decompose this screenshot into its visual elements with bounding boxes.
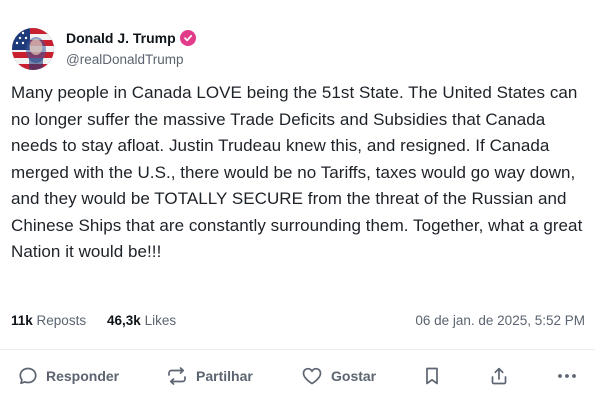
upload-button[interactable] — [489, 360, 509, 392]
reposts-label: Reposts — [36, 313, 87, 328]
author-handle[interactable]: @realDonaldTrump — [66, 52, 184, 67]
author-display-name[interactable]: Donald J. Trump — [66, 30, 176, 46]
reply-label: Responder — [46, 368, 120, 384]
post-header: Donald J. Trump @realDonaldTrump — [12, 28, 572, 72]
post-timestamp[interactable]: 06 de jan. de 2025, 5:52 PM — [415, 313, 585, 328]
likes-label: Likes — [144, 313, 177, 328]
avatar[interactable] — [12, 28, 54, 70]
more-dots-icon — [558, 374, 576, 378]
heart-icon — [302, 367, 322, 385]
likes-stat[interactable]: 46,3k Likes — [107, 313, 176, 328]
like-label: Gostar — [331, 368, 377, 384]
reply-button[interactable]: Responder — [18, 360, 119, 392]
likes-count: 46,3k — [107, 313, 141, 328]
repost-arrows-icon — [168, 367, 186, 385]
like-button[interactable]: Gostar — [301, 360, 376, 392]
speech-bubble-icon — [19, 367, 37, 385]
bookmark-icon — [426, 367, 438, 385]
post-card: Donald J. Trump @realDonaldTrump Many pe… — [0, 0, 595, 405]
flag-portrait-image — [12, 28, 54, 70]
more-options-button[interactable] — [556, 360, 578, 392]
action-bar: Responder Partilhar Gostar — [0, 360, 595, 392]
upload-icon — [491, 367, 507, 385]
bookmark-button[interactable] — [423, 360, 441, 392]
verified-badge-icon — [179, 30, 196, 46]
divider — [0, 349, 595, 350]
reposts-stat[interactable]: 11k Reposts — [11, 313, 86, 328]
post-stats: 11k Reposts 46,3k Likes 06 de jan. de 20… — [11, 313, 585, 333]
share-label: Partilhar — [196, 368, 253, 384]
post-text: Many people in Canada LOVE being the 51s… — [11, 83, 583, 261]
reposts-count: 11k — [11, 313, 33, 328]
author-name-row: Donald J. Trump — [66, 30, 196, 46]
share-button[interactable]: Partilhar — [166, 360, 253, 392]
